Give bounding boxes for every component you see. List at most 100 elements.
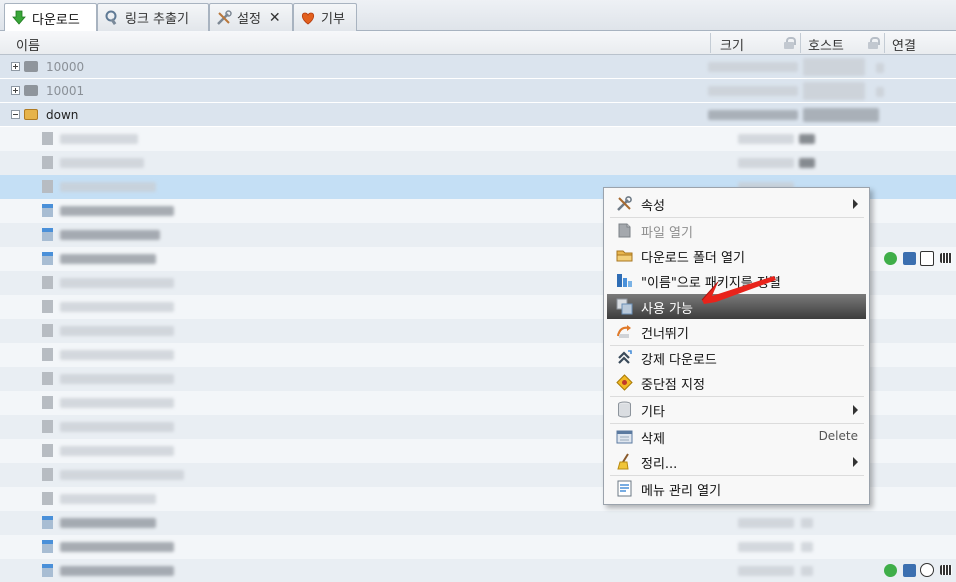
menu-item-label: 삭제 — [641, 432, 665, 447]
redacted-text — [60, 206, 174, 216]
file-icon — [42, 444, 53, 457]
file-icon — [42, 228, 53, 241]
expand-icon[interactable] — [11, 86, 20, 95]
submenu-arrow-icon — [853, 457, 858, 467]
barcode-icon — [940, 253, 952, 263]
wrench-icon — [616, 195, 633, 212]
file-icon — [42, 276, 53, 289]
package-row[interactable]: 10000 — [0, 55, 956, 79]
menu-item-label: 기타 — [641, 405, 665, 420]
menu-item-force-download[interactable]: 강제 다운로드 — [607, 345, 866, 370]
menu-item-delete[interactable]: 삭제 Delete — [607, 424, 866, 449]
menu-item-other[interactable]: 기타 — [607, 397, 866, 422]
redacted-text — [60, 566, 174, 576]
package-row[interactable]: 10001 — [0, 79, 956, 103]
redacted-text — [738, 158, 794, 168]
download-arrow-icon — [11, 10, 27, 26]
counter-icon — [920, 251, 934, 266]
open-file-icon — [616, 222, 633, 239]
menu-item-open-download-folder[interactable]: 다운로드 폴더 열기 — [607, 243, 866, 268]
column-divider[interactable] — [800, 33, 801, 53]
redacted-text — [738, 518, 794, 528]
tab-link-grabber-label: 링크 추출기 — [125, 12, 189, 27]
package-open-icon — [24, 109, 38, 120]
column-divider[interactable] — [884, 33, 885, 53]
plugin-icon — [903, 252, 916, 265]
column-connection[interactable]: 연결 — [892, 35, 916, 54]
column-name[interactable]: 이름 — [16, 35, 40, 54]
tab-downloads[interactable]: 다운로드 — [4, 3, 97, 32]
file-icon — [42, 540, 53, 553]
menu-item-label: 사용 가능 — [641, 302, 693, 317]
menu-item-open-menu-manager[interactable]: 메뉴 관리 열기 — [607, 476, 866, 501]
redacted-text — [60, 470, 184, 480]
arrow-pointer-icon — [701, 276, 776, 304]
redacted-text — [60, 422, 174, 432]
redacted-text — [60, 326, 174, 336]
tab-donate-label: 기부 — [321, 12, 345, 27]
column-divider[interactable] — [710, 33, 711, 53]
tools-icon — [216, 9, 232, 26]
redacted-text — [60, 350, 174, 360]
tab-donate[interactable]: 기부 — [293, 3, 357, 31]
redacted-text — [799, 134, 815, 144]
menu-item-open-file[interactable]: 파일 열기 — [607, 218, 866, 243]
redacted-text — [738, 542, 794, 552]
tab-settings[interactable]: 설정 ✕ — [209, 3, 293, 31]
file-icon — [42, 204, 53, 217]
refresh-icon[interactable] — [884, 564, 897, 577]
file-icon — [42, 300, 53, 313]
redacted-text — [60, 518, 156, 528]
table-row[interactable] — [0, 151, 956, 175]
close-icon[interactable]: ✕ — [269, 10, 281, 26]
menu-item-cleanup[interactable]: 정리... — [607, 449, 866, 474]
sort-icon — [616, 272, 633, 289]
redacted-text — [60, 446, 174, 456]
menu-item-label: 건너뛰기 — [641, 327, 689, 342]
redacted-text — [60, 230, 160, 240]
redacted-text — [799, 158, 815, 168]
redacted-text — [708, 86, 798, 96]
lock-icon[interactable] — [784, 37, 796, 49]
submenu-arrow-icon — [853, 199, 858, 209]
redacted-text — [803, 58, 865, 76]
link-grabber-icon — [104, 10, 120, 26]
file-icon — [42, 492, 53, 505]
column-size[interactable]: 크기 — [720, 35, 744, 54]
menu-item-label: 다운로드 폴더 열기 — [641, 251, 745, 266]
redacted-text — [60, 494, 156, 504]
tab-link-grabber[interactable]: 링크 추출기 — [97, 3, 209, 31]
package-name: down — [46, 108, 79, 122]
heart-icon — [300, 10, 316, 26]
file-icon — [42, 156, 53, 169]
tab-settings-label: 설정 — [237, 12, 261, 27]
file-icon — [42, 468, 53, 481]
barcode-icon — [940, 565, 952, 575]
package-row[interactable]: down — [0, 103, 956, 127]
redacted-text — [876, 87, 884, 97]
file-icon — [42, 348, 53, 361]
redacted-text — [801, 518, 813, 528]
redacted-text — [803, 108, 879, 122]
table-row[interactable] — [0, 535, 956, 559]
table-row[interactable] — [0, 511, 956, 535]
collapse-icon[interactable] — [11, 110, 20, 119]
expand-icon[interactable] — [11, 62, 20, 71]
column-host[interactable]: 호스트 — [808, 35, 844, 54]
redacted-text — [738, 566, 794, 576]
delete-icon — [616, 428, 633, 445]
table-row[interactable] — [0, 559, 956, 582]
redacted-text — [60, 278, 174, 288]
menu-item-set-stopmark[interactable]: 중단점 지정 — [607, 370, 866, 395]
file-icon — [42, 372, 53, 385]
menu-item-properties[interactable]: 속성 — [607, 191, 866, 216]
lock-icon[interactable] — [868, 37, 880, 49]
package-name: 10000 — [46, 60, 85, 74]
refresh-icon[interactable] — [884, 252, 897, 265]
redacted-text — [60, 134, 138, 144]
redacted-text — [60, 398, 174, 408]
table-row[interactable] — [0, 127, 956, 151]
shortcut-label: Delete — [818, 429, 858, 443]
package-closed-icon — [24, 61, 38, 72]
skip-icon — [616, 323, 633, 340]
